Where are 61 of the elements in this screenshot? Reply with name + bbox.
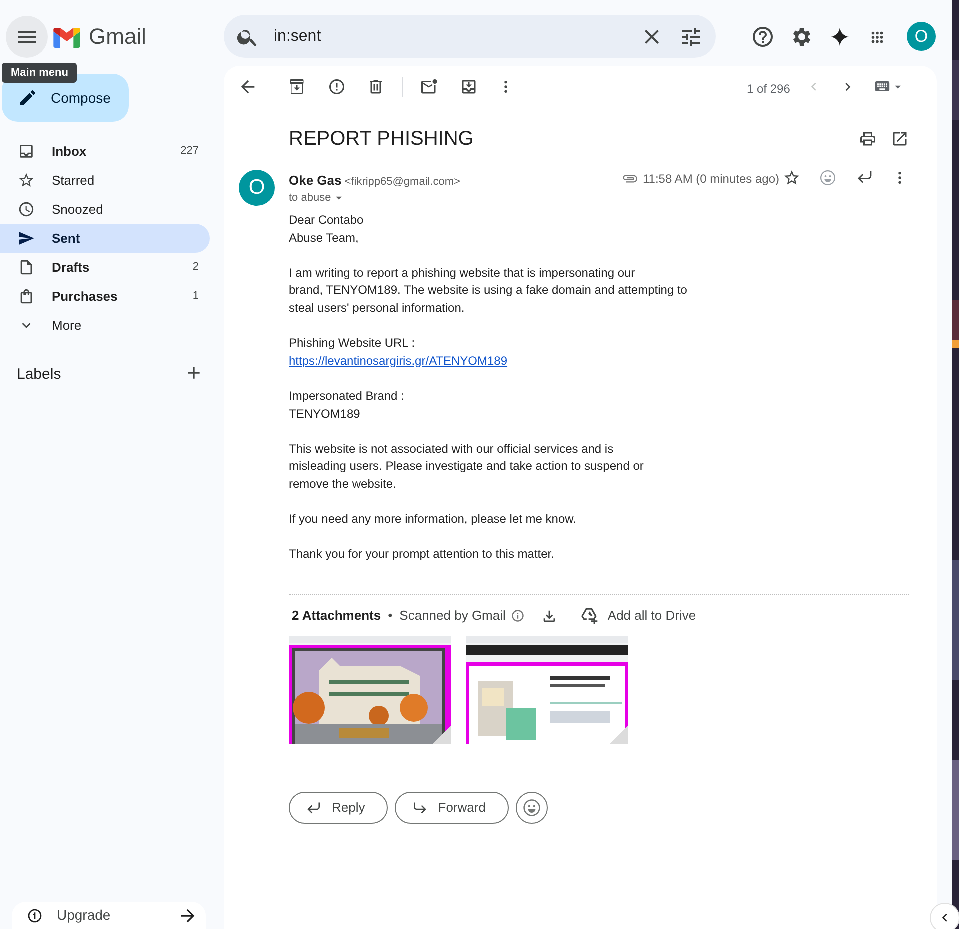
email-paragraph: Impersonated Brand : TENYOM189 xyxy=(289,388,404,423)
open-new-window-icon[interactable] xyxy=(891,130,909,148)
labels-heading: Labels xyxy=(17,365,62,385)
archive-icon[interactable] xyxy=(288,78,306,96)
nav-item[interactable]: Drafts 2 xyxy=(0,253,210,282)
recipient-details-button[interactable]: to abuse xyxy=(289,190,346,206)
tooltip: Main menu xyxy=(2,63,78,83)
mark-unread-icon[interactable] xyxy=(420,78,438,96)
nav-item[interactable]: Snoozed xyxy=(0,195,210,224)
nav-item[interactable]: More xyxy=(0,311,210,340)
delete-icon[interactable] xyxy=(367,78,385,96)
sender-avatar: O xyxy=(239,170,275,206)
email-time: 11:58 AM (0 minutes ago) xyxy=(643,171,780,188)
sender-name: Oke Gas xyxy=(289,172,342,190)
send-icon xyxy=(18,230,35,247)
menu-button[interactable] xyxy=(6,16,48,58)
star-icon xyxy=(18,172,35,189)
search-field[interactable]: in:sent xyxy=(224,15,716,58)
bag-icon xyxy=(18,288,35,305)
upgrade-button[interactable]: Upgrade xyxy=(12,902,206,929)
email-paragraph: This website is not associated with our official services and is misleading users. Please investigate and take action to suspend or remove the website. xyxy=(289,440,644,493)
move-to-icon[interactable] xyxy=(460,78,478,96)
email-paragraph: Phishing Website URL : https://levantinosargiris.gr/ATENYOM189 xyxy=(289,335,508,370)
mail-logo-icon[interactable] xyxy=(53,28,81,48)
info-icon[interactable] xyxy=(510,609,525,623)
message-position: 1 of 296 xyxy=(747,81,790,98)
inbox-icon xyxy=(18,143,35,160)
emoji-icon[interactable] xyxy=(819,169,837,187)
drive-add-icon xyxy=(580,606,600,626)
add-to-drive-button[interactable]: Add all to Drive xyxy=(580,606,696,626)
file-icon xyxy=(18,259,35,276)
filter-icon[interactable] xyxy=(679,25,703,49)
attachments-count: 2 Attachments xyxy=(292,607,382,626)
link[interactable]: https://levantinosargiris.gr/ATENYOM189 xyxy=(289,354,508,368)
email-subject: REPORT PHISHING xyxy=(289,127,474,151)
separator-dot: • xyxy=(388,607,393,626)
account-avatar[interactable]: O xyxy=(907,22,936,51)
print-icon[interactable] xyxy=(859,130,877,148)
upgrade-icon xyxy=(27,908,43,924)
star-icon[interactable] xyxy=(783,169,801,187)
nav-item[interactable]: Starred xyxy=(0,166,210,195)
email-paragraph: If you need any more information, please let me know. xyxy=(289,511,576,528)
apps-icon[interactable] xyxy=(869,29,886,46)
clock-icon xyxy=(18,201,35,218)
emoji-reaction-button[interactable] xyxy=(516,792,548,824)
email-paragraph: I am writing to report a phishing website that is impersonating our brand, TENYOM189. The website is using a fake domain and attempting to steal users' personal information. xyxy=(289,264,688,317)
emoji-icon xyxy=(522,798,542,818)
sender-email: <fikripp65@gmail.com> xyxy=(344,175,460,190)
nav-item[interactable]: Purchases 1 xyxy=(0,282,210,311)
forward-button[interactable]: Forward xyxy=(395,792,509,824)
scan-status: Scanned by Gmail xyxy=(400,607,506,626)
email-paragraph: Thank you for your prompt attention to this matter. xyxy=(289,546,554,564)
email-paragraph: Dear Contabo Abuse Team, xyxy=(289,212,364,247)
reply-button[interactable]: Reply xyxy=(289,792,388,824)
help-icon[interactable] xyxy=(751,25,775,49)
nav-item[interactable]: Sent xyxy=(0,224,210,253)
sparkle-icon[interactable] xyxy=(829,26,851,48)
report-spam-icon[interactable] xyxy=(328,78,346,96)
app-name: Gmail xyxy=(89,24,146,50)
pencil-icon xyxy=(18,88,38,108)
nav-item[interactable]: Inbox 227 xyxy=(0,137,210,166)
